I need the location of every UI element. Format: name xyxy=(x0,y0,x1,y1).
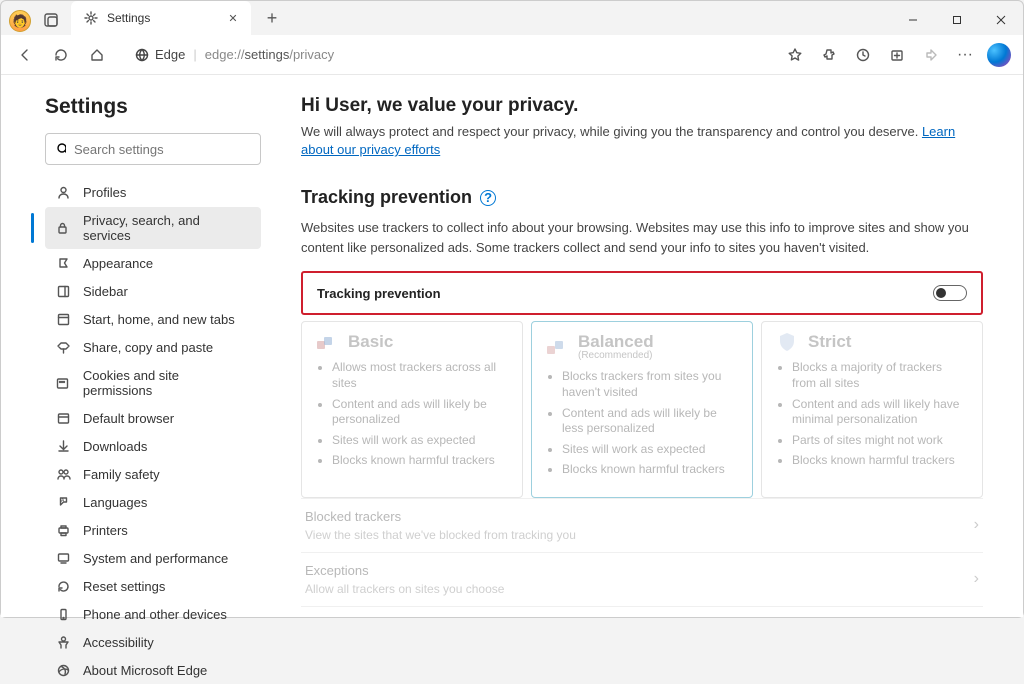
svg-text:A: A xyxy=(61,498,65,504)
blocked-trackers-row[interactable]: Blocked trackers View the sites that we'… xyxy=(301,498,983,552)
extensions-button[interactable] xyxy=(813,39,845,71)
titlebar-left: 🧑 Settings ✕ + xyxy=(1,1,287,35)
tab-title: Settings xyxy=(107,11,150,25)
nav-icon xyxy=(55,185,71,200)
maximize-button[interactable] xyxy=(935,5,979,35)
nav-icon xyxy=(55,376,71,391)
tracking-toggle[interactable] xyxy=(933,285,967,301)
back-button[interactable] xyxy=(9,39,41,71)
chevron-right-icon: › xyxy=(974,516,979,534)
sidebar-item-phone-and-other-devices[interactable]: Phone and other devices xyxy=(45,601,261,628)
search-icon xyxy=(56,142,66,156)
nav-icon xyxy=(55,523,71,538)
sidebar-item-privacy-search-and-services[interactable]: Privacy, search, and services xyxy=(45,207,261,249)
info-icon[interactable]: ? xyxy=(480,190,496,206)
nav-icon xyxy=(55,221,71,236)
window-controls xyxy=(891,5,1023,35)
sidebar-item-system-and-performance[interactable]: System and performance xyxy=(45,545,261,572)
more-button[interactable]: ··· xyxy=(949,39,981,71)
share-button[interactable] xyxy=(915,39,947,71)
nav-icon xyxy=(55,607,71,622)
site-identity: Edge xyxy=(135,47,185,62)
sidebar-item-profiles[interactable]: Profiles xyxy=(45,179,261,206)
hero-subtitle: We will always protect and respect your … xyxy=(301,123,983,159)
tracking-card-strict[interactable]: StrictBlocks a majority of trackers from… xyxy=(761,321,983,498)
new-tab-button[interactable]: + xyxy=(257,8,287,29)
sidebar-item-languages[interactable]: ALanguages xyxy=(45,489,261,516)
nav-icon xyxy=(55,284,71,299)
chevron-right-icon: › xyxy=(974,570,979,588)
nav-icon xyxy=(55,579,71,594)
sidebar-item-appearance[interactable]: Appearance xyxy=(45,250,261,277)
tracking-card-balanced[interactable]: Balanced(Recommended)Blocks trackers fro… xyxy=(531,321,753,498)
exceptions-row[interactable]: Exceptions Allow all trackers on sites y… xyxy=(301,552,983,606)
nav-icon xyxy=(55,256,71,271)
sidebar-item-sidebar[interactable]: Sidebar xyxy=(45,278,261,305)
nav-icon xyxy=(55,411,71,426)
window-titlebar: 🧑 Settings ✕ + xyxy=(1,1,1023,35)
tab-close-button[interactable]: ✕ xyxy=(225,10,241,26)
nav-icon xyxy=(55,312,71,327)
copilot-button[interactable] xyxy=(983,39,1015,71)
browser-toolbar: Edge | edge://settings/privacy ··· xyxy=(1,35,1023,75)
search-input[interactable] xyxy=(74,142,250,157)
settings-sidebar: Settings ProfilesPrivacy, search, and se… xyxy=(1,75,283,617)
nav-icon xyxy=(55,663,71,678)
tracking-card-basic[interactable]: BasicAllows most trackers across all sit… xyxy=(301,321,523,498)
sidebar-item-cookies-and-site-permissions[interactable]: Cookies and site permissions xyxy=(45,362,261,404)
settings-heading: Settings xyxy=(45,95,261,119)
sidebar-item-default-browser[interactable]: Default browser xyxy=(45,405,261,432)
strict-inprivate-row[interactable]: Always use "Strict" tracking prevention … xyxy=(301,606,983,617)
profile-avatar[interactable]: 🧑 xyxy=(9,10,31,32)
minimize-button[interactable] xyxy=(891,5,935,35)
card-icon xyxy=(776,333,798,351)
nav-icon xyxy=(55,439,71,454)
sidebar-item-family-safety[interactable]: Family safety xyxy=(45,461,261,488)
history-button[interactable] xyxy=(847,39,879,71)
close-window-button[interactable] xyxy=(979,5,1023,35)
nav-icon xyxy=(55,551,71,566)
hero-title: Hi User, we value your privacy. xyxy=(301,95,983,117)
tracking-prevention-toggle-row[interactable]: Tracking prevention xyxy=(301,271,983,315)
card-icon xyxy=(316,333,338,351)
url-text: edge://settings/privacy xyxy=(205,47,334,62)
settings-search[interactable] xyxy=(45,133,261,165)
sidebar-item-accessibility[interactable]: Accessibility xyxy=(45,629,261,656)
sidebar-item-printers[interactable]: Printers xyxy=(45,517,261,544)
sidebar-item-about-microsoft-edge[interactable]: About Microsoft Edge xyxy=(45,657,261,684)
card-icon xyxy=(546,338,568,356)
tracking-section-title: Tracking prevention ? xyxy=(301,187,983,208)
nav-icon: A xyxy=(55,495,71,510)
page-content: Settings ProfilesPrivacy, search, and se… xyxy=(1,75,1023,617)
home-button[interactable] xyxy=(81,39,113,71)
settings-main: Hi User, we value your privacy. We will … xyxy=(283,75,1023,617)
sidebar-item-share-copy-and-paste[interactable]: Share, copy and paste xyxy=(45,334,261,361)
nav-icon xyxy=(55,467,71,482)
collections-button[interactable] xyxy=(881,39,913,71)
favorite-button[interactable] xyxy=(779,39,811,71)
tracking-section-desc: Websites use trackers to collect info ab… xyxy=(301,218,983,257)
gear-icon xyxy=(83,11,99,25)
sidebar-item-reset-settings[interactable]: Reset settings xyxy=(45,573,261,600)
refresh-button[interactable] xyxy=(45,39,77,71)
nav-icon xyxy=(55,340,71,355)
workspaces-icon[interactable] xyxy=(37,6,65,34)
sidebar-item-start-home-and-new-tabs[interactable]: Start, home, and new tabs xyxy=(45,306,261,333)
sidebar-item-downloads[interactable]: Downloads xyxy=(45,433,261,460)
nav-icon xyxy=(55,635,71,650)
tracking-toggle-label: Tracking prevention xyxy=(317,286,441,301)
browser-tab[interactable]: Settings ✕ xyxy=(71,1,251,35)
address-bar[interactable]: Edge | edge://settings/privacy xyxy=(123,40,769,70)
